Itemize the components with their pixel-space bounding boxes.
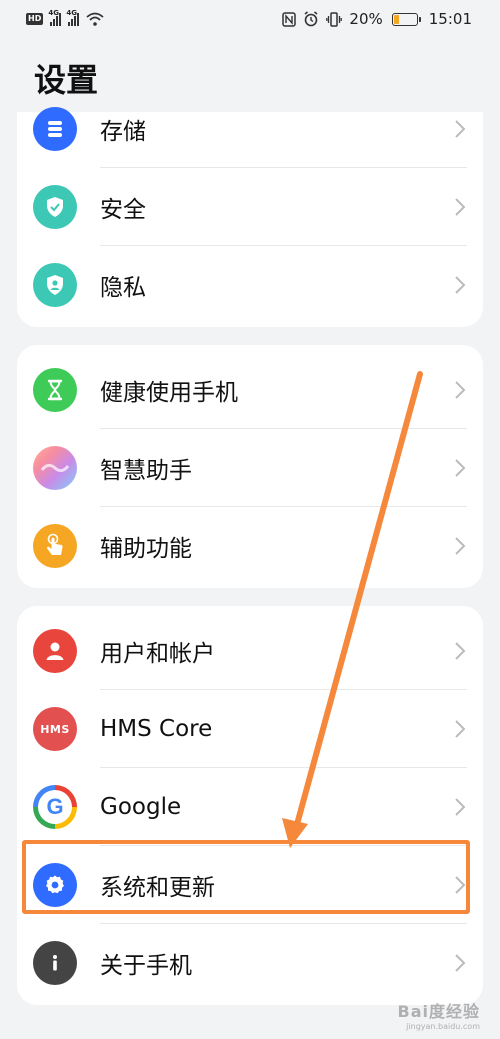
settings-item-digital-balance[interactable]: 健康使用手机: [17, 351, 483, 429]
vibrate-icon: [326, 11, 343, 27]
hourglass-icon: [33, 368, 77, 412]
google-icon-letter: G: [46, 794, 64, 819]
settings-item-label: HMS Core: [100, 716, 213, 742]
hd-badge: HD: [26, 13, 44, 25]
status-bar-right: 20% 15:01: [282, 10, 472, 28]
chevron-right-icon: [455, 120, 466, 138]
chevron-right-icon: [455, 642, 466, 660]
settings-group-2: 健康使用手机 智慧助手 辅助功能: [17, 345, 483, 588]
settings-item-label: 系统和更新: [100, 875, 215, 901]
status-bar: HD 4G 4G 20% 15:01: [0, 0, 500, 38]
hms-core-icon: HMS: [33, 707, 77, 751]
signal-icon: 4G: [48, 9, 62, 26]
privacy-shield-icon: [33, 263, 77, 307]
wifi-icon: [86, 12, 104, 26]
chevron-right-icon: [455, 459, 466, 477]
settings-item-label: 隐私: [100, 275, 146, 301]
chevron-right-icon: [455, 954, 466, 972]
nfc-icon: [282, 11, 297, 27]
shield-icon: [33, 185, 77, 229]
watermark-url: jingyan.baidu.com: [406, 1022, 480, 1031]
info-icon: [33, 941, 77, 985]
clock: 15:01: [428, 10, 472, 28]
chevron-right-icon: [455, 720, 466, 738]
battery-icon: [391, 12, 421, 26]
hms-core-icon-text: HMS: [40, 722, 70, 736]
google-icon: G: [33, 785, 77, 829]
settings-item-label: 智慧助手: [100, 458, 192, 484]
settings-item-hms-core[interactable]: HMS HMS Core: [17, 690, 483, 768]
settings-item-system-update[interactable]: 系统和更新: [17, 846, 483, 924]
settings-item-users-accounts[interactable]: 用户和帐户: [17, 612, 483, 690]
user-icon: [33, 629, 77, 673]
settings-item-label: 安全: [100, 197, 146, 223]
battery-percent: 20%: [349, 10, 383, 28]
settings-item-label: Google: [100, 794, 182, 820]
chevron-right-icon: [455, 198, 466, 216]
settings-item-label: 存储: [100, 119, 146, 145]
settings-item-google[interactable]: G Google: [17, 768, 483, 846]
settings-item-about-phone[interactable]: 关于手机: [17, 924, 483, 1002]
settings-item-accessibility[interactable]: 辅助功能: [17, 507, 483, 585]
settings-item-smart-assistant[interactable]: 智慧助手: [17, 429, 483, 507]
watermark-brand: Bai度经验: [397, 1002, 480, 1021]
status-bar-left: HD 4G 4G: [26, 9, 104, 26]
smart-assistant-icon: [33, 446, 77, 490]
settings-group-1: 存储 安全 隐私: [17, 107, 483, 327]
settings-group-3: 用户和帐户 HMS HMS Core G Google 系统和更新 关于手机: [17, 606, 483, 1005]
storage-icon: [33, 107, 77, 151]
settings-item-storage[interactable]: 存储: [17, 90, 483, 168]
hand-pointer-icon: [33, 524, 77, 568]
settings-item-label: 用户和帐户: [100, 641, 215, 667]
settings-item-label: 关于手机: [100, 953, 192, 979]
settings-item-security[interactable]: 安全: [17, 168, 483, 246]
settings-item-label: 健康使用手机: [100, 380, 238, 406]
chevron-right-icon: [455, 876, 466, 894]
chevron-right-icon: [455, 537, 466, 555]
chevron-right-icon: [455, 798, 466, 816]
alarm-icon: [304, 11, 318, 27]
settings-item-privacy[interactable]: 隐私: [17, 246, 483, 324]
chevron-right-icon: [455, 381, 466, 399]
gear-icon: [33, 863, 77, 907]
signal-icon: 4G: [66, 9, 80, 26]
watermark: Bai度经验 jingyan.baidu.com: [398, 998, 480, 1031]
settings-item-label: 辅助功能: [100, 536, 192, 562]
chevron-right-icon: [455, 276, 466, 294]
